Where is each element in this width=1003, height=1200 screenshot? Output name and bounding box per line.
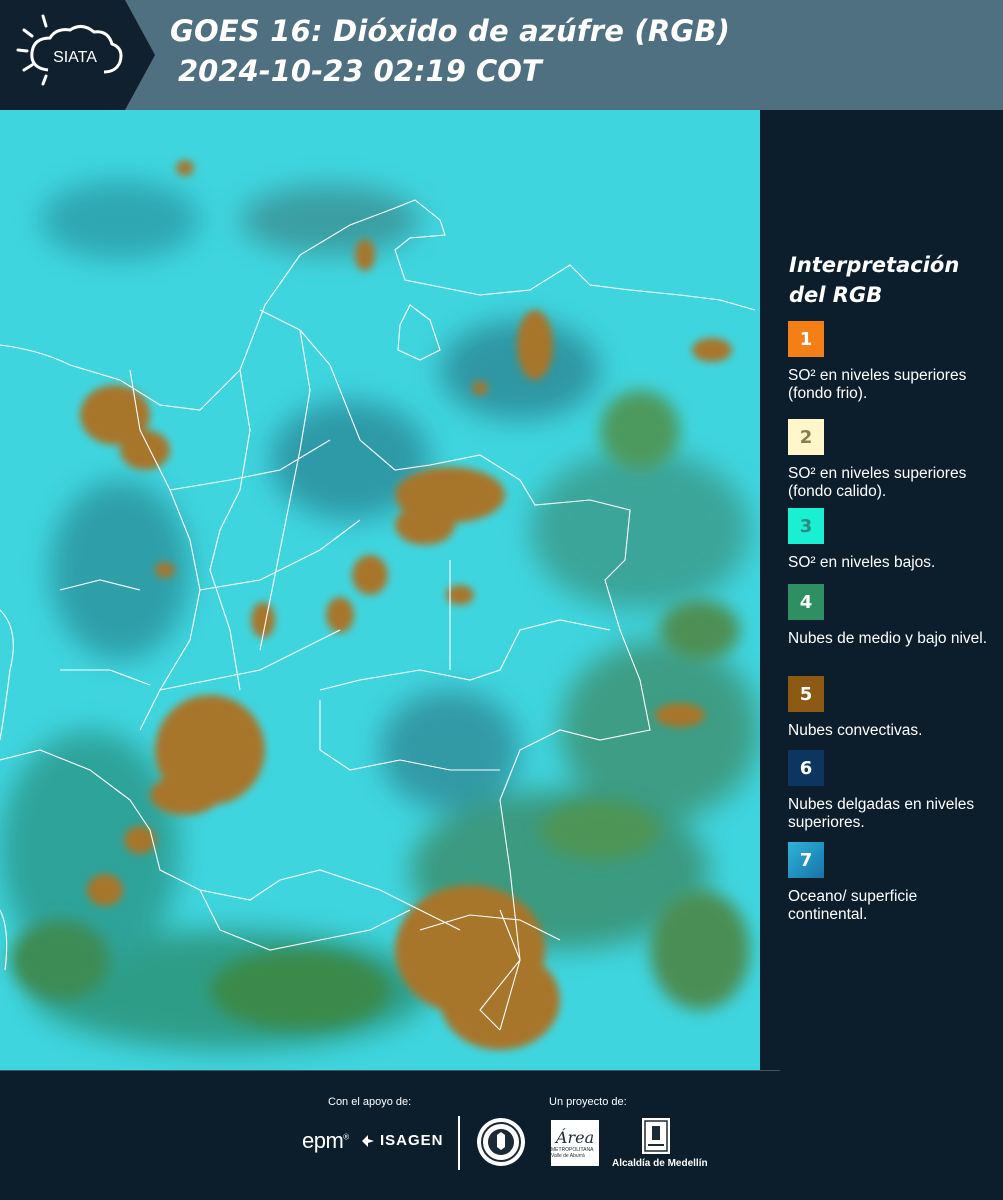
area-logo-text: Área: [555, 1127, 595, 1147]
legend-swatch-6: 6: [788, 750, 824, 786]
legend-text-1: SO² en niveles superiores (fondo frio).: [788, 367, 967, 402]
legend-panel: Interpretación del RGB 1 SO² en niveles …: [763, 110, 1003, 1070]
legend-number-4: 4: [799, 591, 813, 613]
legend-text-4: Nubes de medio y bajo nivel.: [788, 630, 988, 647]
legend-number-1: 1: [799, 328, 813, 350]
page-title-line1: GOES 16: Dióxido de azúfre (RGB): [170, 14, 731, 48]
isagen-logo: ISAGEN: [360, 1132, 444, 1149]
siata-logo-text: SIATA: [53, 49, 97, 66]
legend-item-2: 2 SO² en niveles superiores (fondo calid…: [788, 419, 988, 505]
area-metropolitana-logo: Área METROPOLITANA Valle de Aburrá: [551, 1120, 599, 1166]
header-bar: SIATA GOES 16: Dióxido de azúfre (RGB) 2…: [0, 0, 1003, 110]
footer-separator: [458, 1116, 460, 1170]
legend-swatch-1: 1: [788, 321, 824, 357]
legend-item-6: 6 Nubes delgadas en niveles superiores.: [788, 750, 988, 832]
footer: Con el apoyo de: Un proyecto de: epm® IS…: [0, 1070, 1003, 1200]
legend-number-7: 7: [799, 849, 813, 871]
legend-swatch-5: 5: [788, 676, 824, 712]
legend-item-3: 3 SO² en niveles bajos.: [788, 508, 988, 572]
legend-text-3: SO² en niveles bajos.: [788, 554, 936, 571]
legend-item-7: 7 Oceano/ superficie continental.: [788, 842, 988, 924]
project-label: Un proyecto de:: [549, 1096, 627, 1108]
epm-logo: epm®: [302, 1128, 349, 1153]
footer-divider: [0, 1070, 780, 1071]
page-title-line2: 2024-10-23 02:19 COT: [178, 54, 542, 88]
isagen-mark-icon: [362, 1134, 374, 1147]
legend-item-4: 4 Nubes de medio y bajo nivel.: [788, 584, 988, 648]
legend-swatch-4: 4: [788, 584, 824, 620]
alcaldia-crest-icon: [642, 1118, 670, 1154]
support-label: Con el apoyo de:: [328, 1096, 412, 1108]
medellin-seal-icon: [477, 1118, 525, 1166]
alcaldia-text: Alcaldía de Medellín: [612, 1158, 708, 1169]
legend-number-2: 2: [799, 426, 813, 448]
legend-swatch-2: 2: [788, 419, 824, 455]
isagen-logo-text: ISAGEN: [380, 1132, 444, 1149]
legend-text-6: Nubes delgadas en niveles superiores.: [788, 796, 975, 831]
epm-logo-text: epm: [302, 1128, 344, 1153]
area-logo-subtext: METROPOLITANA Valle de Aburrá: [551, 1146, 594, 1159]
legend-swatch-3: 3: [788, 508, 824, 544]
legend-swatch-7: 7: [788, 842, 824, 878]
legend-number-3: 3: [799, 515, 813, 537]
legend-text-7: Oceano/ superficie continental.: [788, 888, 918, 923]
legend-title: Interpretación del RGB: [789, 253, 960, 307]
legend-number-5: 5: [799, 683, 813, 705]
legend-text-5: Nubes convectivas.: [788, 722, 923, 739]
legend-item-1: 1 SO² en niveles superiores (fondo frio)…: [788, 321, 988, 403]
legend-item-5: 5 Nubes convectivas.: [788, 676, 988, 740]
satellite-map: [0, 110, 760, 1070]
legend-text-2: SO² en niveles superiores (fondo calido)…: [788, 465, 967, 500]
siata-logo: SIATA: [0, 0, 155, 110]
legend-number-6: 6: [799, 757, 813, 779]
